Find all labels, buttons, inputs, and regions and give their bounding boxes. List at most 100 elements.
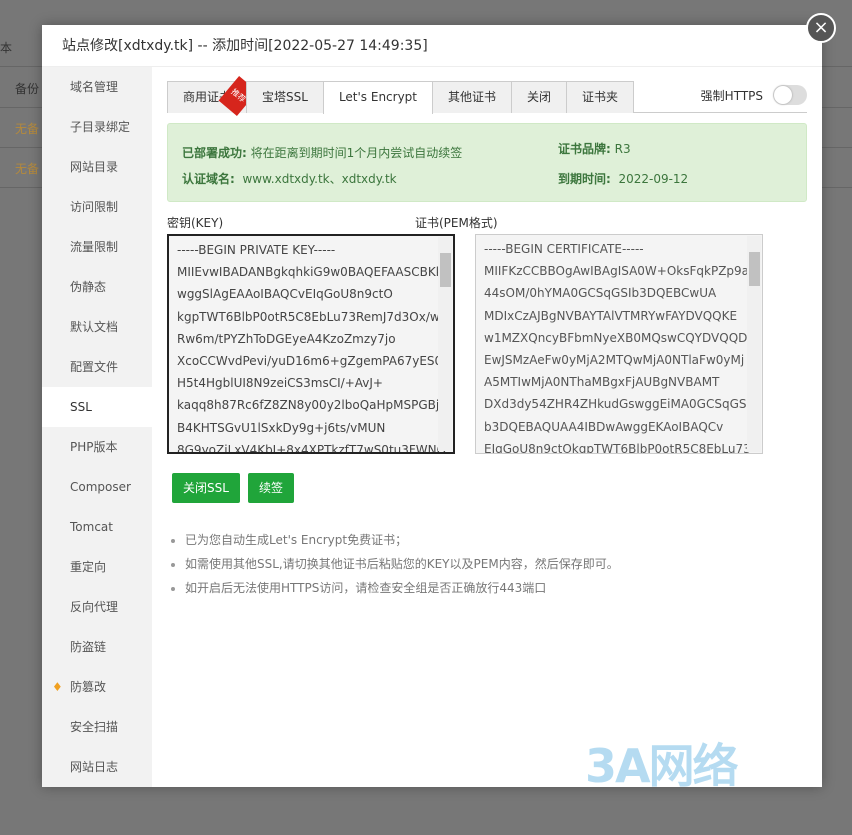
site-edit-modal: 站点修改[xdtxdy.tk] -- 添加时间[2022-05-27 14:49… — [42, 13, 836, 787]
sidebar-item[interactable]: Tomcat — [42, 507, 152, 547]
note: 如开启后无法使用HTTPS访问，请检查安全组是否正确放行443端口 — [167, 576, 619, 600]
sidebar-item[interactable]: ♦ 防篡改 — [42, 667, 152, 707]
tab[interactable]: 商用证书 推荐 — [167, 76, 258, 116]
sidebar-item[interactable]: 重定向 — [42, 547, 152, 587]
sidebar-item-label: 伪静态 — [70, 280, 107, 294]
text-line: MDIxCzAJBgNVBAYTAlVTMRYwFAYDVQQKE — [484, 308, 738, 323]
label: 已部署成功: — [182, 146, 247, 160]
sidebar-item[interactable]: 安全扫描 — [42, 707, 152, 747]
tab-label: 其他证书 — [448, 90, 497, 104]
value: www.xdtxdy.tk、xdtxdy.tk — [242, 172, 397, 186]
text-line: wggSlAgEAAoIBAQCvEIqGoU8n9ctO — [177, 287, 393, 302]
sidebar-item[interactable]: 网站目录 — [42, 147, 152, 187]
status-box: 已部署成功: 将在距离到期时间1个月内尝试自动续签 认证域名: www.xdtx… — [167, 123, 807, 202]
label: 证书品牌: — [558, 142, 611, 156]
text-line: -----BEGIN CERTIFICATE----- — [484, 242, 644, 256]
tab[interactable]: 其他证书 — [432, 81, 513, 113]
value: R3 — [614, 142, 631, 156]
tab-label: 关闭 — [527, 90, 552, 104]
scrollbar-thumb[interactable] — [440, 253, 451, 287]
sidebar-item-label: 访问限制 — [70, 200, 119, 214]
key-label: 密钥(KEY) — [167, 216, 224, 230]
close-icon[interactable]: × — [806, 13, 836, 43]
sidebar-item-label: Composer — [70, 480, 131, 494]
tab[interactable]: Let's Encrypt — [322, 81, 434, 114]
text-line: w1MZXQncyBFbmNyeXB0MQswCQYDVQQD — [484, 330, 748, 345]
cert-domain: 认证域名: www.xdtxdy.tk、xdtxdy.tk — [182, 170, 397, 187]
text-line: H5t4HgblUI8N9zeiCS3msCI/+AvJ+ — [177, 376, 383, 391]
note: 已为您自动生成Let's Encrypt免费证书； — [167, 528, 619, 552]
sidebar-item[interactable]: 伪静态 — [42, 267, 152, 307]
sidebar-item[interactable]: 子目录绑定 — [42, 107, 152, 147]
watermark-logo: 3A网络 — [585, 739, 739, 793]
tab[interactable]: 证书夹 — [566, 81, 635, 113]
scrollbar[interactable] — [747, 236, 761, 452]
sidebar-item-label: 防盗链 — [70, 640, 107, 654]
sidebar-item[interactable]: 配置文件 — [42, 347, 152, 387]
renew-button[interactable]: 续签 — [248, 473, 295, 503]
bg-text: 本 — [0, 41, 13, 55]
tab-label: Let's Encrypt — [338, 90, 418, 104]
sidebar-item-label: 域名管理 — [70, 80, 119, 94]
close-ssl-button[interactable]: 关闭SSL — [172, 473, 240, 503]
tab-label: 宝塔SSL — [262, 90, 308, 104]
deploy-status: 已部署成功: 将在距离到期时间1个月内尝试自动续签 — [182, 144, 462, 161]
cert-brand: 证书品牌: R3 — [558, 140, 631, 157]
ssl-panel: 商用证书 推荐 宝塔SSL Let's Encrypt 其他证书 关闭 证书夹 强制HTTP… — [167, 76, 807, 595]
text-line: A5MTIwMjA0NThaMBgxFjAUBgNVBAMT — [484, 375, 720, 390]
sidebar-item[interactable]: 防盗链 — [42, 627, 152, 667]
sidebar-item-label: 重定向 — [70, 560, 107, 574]
text-line: EIqGoU8n9ctOkgpTWT6BlbP0otR5C8EbLu73 — [484, 441, 751, 454]
sidebar-item[interactable]: SSL — [42, 387, 152, 427]
text-line: EwJSMzAeFw0yMjA2MTQwMjA0NTlaFw0yMj — [484, 353, 745, 368]
tab[interactable]: 关闭 — [511, 81, 568, 113]
text-line: Rw6m/tPYZhToDGEyeA4KzoZmzy7jo — [177, 331, 396, 346]
scrollbar[interactable] — [438, 237, 452, 451]
sidebar-item[interactable]: Composer — [42, 467, 152, 507]
text-line: MIIEvwIBADANBgkqhkiG9w0BAQEFAASCBKk — [177, 265, 443, 280]
bg-text: 无备 — [15, 162, 40, 176]
sidebar-item[interactable]: 域名管理 — [42, 67, 152, 107]
scrollbar-thumb[interactable] — [749, 252, 760, 286]
text-line: XcoCCWvdPevi/yuD16m6+gZgemPA67yES0i — [177, 354, 446, 369]
cert-label: 证书(PEM格式) — [415, 216, 498, 230]
text-line: 44sOM/0hYMA0GCSqGSIb3DQEBCwUA — [484, 286, 717, 301]
bg-text: 无备 — [15, 122, 40, 136]
value: 将在距离到期时间1个月内尝试自动续签 — [250, 146, 463, 160]
sidebar-item-label: PHP版本 — [70, 440, 118, 454]
cert-textarea[interactable]: -----BEGIN CERTIFICATE----- MIIFKzCCBBOgA… — [475, 234, 763, 454]
sidebar-item[interactable]: 流量限制 — [42, 227, 152, 267]
text-line: -----BEGIN PRIVATE KEY----- — [177, 243, 336, 257]
sidebar-item-label: 子目录绑定 — [70, 120, 131, 134]
sidebar-item-label: 网站目录 — [70, 160, 119, 174]
text-line: MIIFKzCCBBOgAwIBAgISA0W+OksFqkPZp9a — [484, 264, 750, 279]
sidebar-item[interactable]: 默认文档 — [42, 307, 152, 347]
sidebar-item-label: Tomcat — [70, 520, 113, 534]
sidebar-item-label: 防篡改 — [70, 680, 107, 694]
notes-list: 已为您自动生成Let's Encrypt免费证书； 如需使用其他SSL,请切换其… — [167, 528, 619, 600]
note: 如需使用其他SSL,请切换其他证书后粘贴您的KEY以及PEM内容，然后保存即可。 — [167, 552, 619, 576]
force-https-label: 强制HTTPS — [700, 88, 763, 103]
force-https-toggle[interactable] — [773, 85, 807, 105]
text-line: B4KHTSGvU1lSxkDy9g+j6ts/vMUN — [177, 420, 386, 435]
force-https: 强制HTTPS — [701, 85, 807, 105]
sidebar: 域名管理子目录绑定网站目录访问限制流量限制伪静态默认文档配置文件 SSL PHP版本… — [42, 67, 152, 787]
cert-expire: 到期时间: 2022-09-12 — [558, 170, 688, 187]
sidebar-item-label: 安全扫描 — [70, 720, 119, 734]
sidebar-item[interactable]: 访问限制 — [42, 187, 152, 227]
gem-icon: ♦ — [52, 680, 63, 694]
tab-label: 证书夹 — [582, 90, 619, 104]
sidebar-item-label: 默认文档 — [70, 320, 119, 334]
text-line: kaqq8h87Rc6fZ8ZN8y00y2lboQaHpMSPGBjz — [177, 398, 446, 413]
bg-text: 备份 — [15, 82, 40, 96]
tab[interactable]: 宝塔SSL — [246, 81, 324, 113]
sidebar-item[interactable]: PHP版本 — [42, 427, 152, 467]
sidebar-item[interactable]: 反向代理 — [42, 587, 152, 627]
label: 认证域名: — [182, 172, 235, 186]
text-line: kgpTWT6BlbP0otR5C8EbLu73RemJ7d3Ox/w — [177, 309, 440, 324]
text-line: DXd3dy54ZHR4ZHkudGswggEiMA0GCSqGSI — [484, 397, 751, 412]
sidebar-item[interactable]: 网站日志 — [42, 747, 152, 787]
value: 2022-09-12 — [618, 172, 689, 186]
text-line: b3DQEBAQUAA4IBDwAwggEKAoIBAQCv — [484, 419, 724, 434]
key-textarea[interactable]: -----BEGIN PRIVATE KEY----- MIIEvwIBADANB… — [167, 234, 455, 454]
